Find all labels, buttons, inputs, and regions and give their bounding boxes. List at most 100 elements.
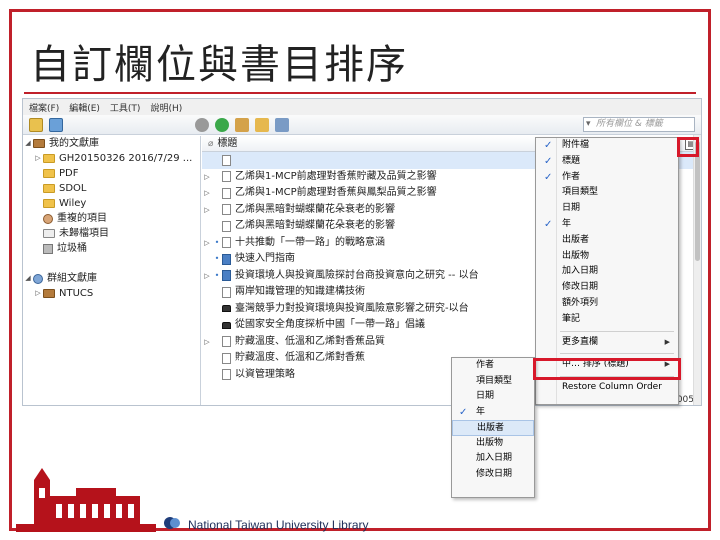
document-icon — [222, 187, 231, 199]
item-title: 從國家安全角度探析中國「一帶一路」倡議 — [235, 319, 425, 330]
menu-item-date-modified[interactable]: 修改日期 — [536, 280, 678, 296]
expand-toggle[interactable]: ▷ — [33, 286, 43, 301]
menu-item-attachments[interactable]: ✓ 附件檔 — [536, 138, 678, 154]
folder-icon — [43, 169, 55, 178]
tree-item-label: PDF — [59, 168, 79, 179]
tree-item-label: 重複的項目 — [57, 213, 107, 224]
item-title: 乙烯與黑暗對蝴蝶蘭花朵衰老的影響 — [235, 220, 395, 231]
item-title: 貯藏溫度、低溫和乙烯對香蕉品質 — [235, 335, 385, 347]
new-collection-icon[interactable] — [29, 117, 43, 132]
tree-item-sdol[interactable]: SDOL — [23, 181, 200, 196]
tree-item-pdf[interactable]: PDF — [23, 166, 200, 181]
menu-item-extra[interactable]: 額外項列 — [536, 296, 678, 312]
tree-item-group-libraries[interactable]: ◢ 群組文獻庫 — [23, 271, 200, 286]
expand-toggle[interactable]: ◢ — [23, 271, 33, 286]
tree-item-label: SDOL — [59, 183, 87, 194]
submenu-arrow-icon: ▶ — [664, 337, 670, 346]
duplicate-icon — [43, 213, 53, 224]
item-title: 投資環境人與投資風險探討台商投資意向之研究 -- 以台 — [235, 269, 479, 281]
menu-item-year[interactable]: ✓ 年 — [536, 217, 678, 233]
sort-submenu: 作者 項目類型 日期 ✓ 年 出版者 出版物 加入日期 修改日期 — [451, 357, 535, 498]
add-by-identifier-icon[interactable] — [235, 117, 249, 132]
menu-file[interactable]: 檔案(F) — [29, 101, 59, 114]
tree-item-my-library[interactable]: ◢ 我的文獻庫 — [23, 136, 200, 151]
menu-tools[interactable]: 工具(T) — [110, 101, 141, 114]
new-item-icon[interactable] — [215, 117, 229, 132]
library-name: National Taiwan University Library — [188, 518, 369, 532]
item-title: 貯藏溫度、低溫和乙烯對香蕉 — [235, 352, 365, 363]
check-icon: ✓ — [544, 171, 553, 183]
check-icon: ✓ — [544, 140, 553, 151]
check-icon: ✓ — [459, 406, 468, 418]
item-title: 快速入門指南 — [235, 253, 295, 264]
menu-item-title[interactable]: ✓ 標題 — [536, 154, 678, 170]
sort-option-year[interactable]: ✓ 年 — [452, 405, 534, 421]
thesis-icon — [222, 305, 231, 313]
tree-item-label: 群組文獻庫 — [47, 273, 97, 284]
scrollbar-thumb[interactable] — [695, 141, 700, 261]
slide-title: 自訂欄位與書目排序 — [30, 42, 408, 88]
new-note-icon[interactable] — [255, 117, 269, 132]
gear-icon[interactable] — [195, 117, 209, 132]
document-icon — [222, 237, 231, 249]
menu-item-date-added[interactable]: 加入日期 — [536, 264, 678, 280]
item-title: 乙烯與1-MCP前處理對香蕉與鳳梨品質之影響 — [235, 187, 437, 198]
group-library-icon — [33, 273, 43, 284]
menu-item-more-columns[interactable]: 更多直欄 ▶ — [536, 335, 678, 351]
new-group-icon[interactable] — [49, 117, 63, 132]
tree-item-ntucs[interactable]: ▷ NTUCS — [23, 286, 200, 301]
sort-option-date-modified[interactable]: 修改日期 — [452, 467, 534, 483]
menu-item-creator[interactable]: ✓ 作者 — [536, 170, 678, 186]
tree-item-label: GH20150326 2016/7/29 ... — [59, 153, 193, 164]
menu-item-date[interactable]: 日期 — [536, 201, 678, 217]
library-mark-icon — [164, 517, 180, 529]
menu-item-publication[interactable]: 出版物 — [536, 249, 678, 265]
book-icon — [222, 270, 231, 282]
tree-item-unfiled[interactable]: 未歸檔項目 — [23, 226, 200, 241]
tree-item-duplicates[interactable]: 重複的項目 — [23, 211, 200, 226]
sort-option-publisher[interactable]: 出版者 — [452, 420, 534, 436]
library-icon — [43, 289, 55, 298]
tree-item-label: 未歸檔項目 — [59, 228, 109, 239]
expand-toggle[interactable]: ◢ — [23, 136, 33, 151]
search-input[interactable]: 所有欄位 & 標籤 — [583, 117, 695, 132]
check-icon: ✓ — [544, 218, 553, 230]
sort-option-creator[interactable]: 作者 — [452, 358, 534, 374]
tree-item-label: 我的文獻庫 — [49, 138, 99, 149]
sort-option-publication[interactable]: 出版物 — [452, 436, 534, 452]
tree-item-gh-collection[interactable]: ▷ GH20150326 2016/7/29 ... — [23, 151, 200, 166]
item-title: 以資管理策略 — [235, 368, 295, 380]
sort-option-item-type[interactable]: 項目類型 — [452, 374, 534, 390]
item-title: 兩岸知識管理的知識建構技術 — [235, 286, 365, 297]
sort-option-date-added[interactable]: 加入日期 — [452, 451, 534, 467]
sort-option-date[interactable]: 日期 — [452, 389, 534, 405]
tree-item-trash[interactable]: 垃圾桶 — [23, 241, 200, 256]
tree-item-label: 垃圾桶 — [57, 243, 87, 254]
folder-icon — [43, 184, 55, 193]
tree-item-wiley[interactable]: Wiley — [23, 196, 200, 211]
menu-edit[interactable]: 編輯(E) — [69, 101, 100, 114]
item-title: 十共推動「一帶一路」的戰略意涵 — [235, 236, 385, 248]
expand-toggle[interactable]: ▷ — [33, 151, 43, 166]
item-title: 乙烯與黑暗對蝴蝶蘭花朵衰老的影響 — [235, 203, 395, 215]
menu-item-item-type[interactable]: 項目類型 — [536, 185, 678, 201]
menu-item-restore-column-order[interactable]: Restore Column Order — [536, 380, 678, 396]
menu-item-notes[interactable]: 筆記 — [536, 312, 678, 328]
unfiled-icon — [43, 229, 55, 238]
toolbar: 所有欄位 & 標籤 — [23, 115, 701, 135]
university-building-logo — [16, 468, 156, 532]
attachment-icon[interactable] — [275, 117, 289, 132]
title-column-header[interactable]: 標題 — [217, 136, 237, 151]
menu-separator — [560, 330, 674, 332]
folder-icon — [43, 154, 55, 163]
menubar: 檔案(F) 編輯(E) 工具(T) 說明(H) — [23, 99, 701, 115]
book-icon — [222, 253, 231, 265]
tree-item-label: NTUCS — [59, 288, 94, 299]
folder-icon — [43, 199, 55, 208]
menu-help[interactable]: 說明(H) — [150, 101, 182, 114]
document-icon — [222, 154, 231, 166]
thesis-icon — [222, 321, 231, 329]
items-scrollbar[interactable] — [693, 135, 701, 405]
menu-item-publisher[interactable]: 出版者 — [536, 233, 678, 249]
